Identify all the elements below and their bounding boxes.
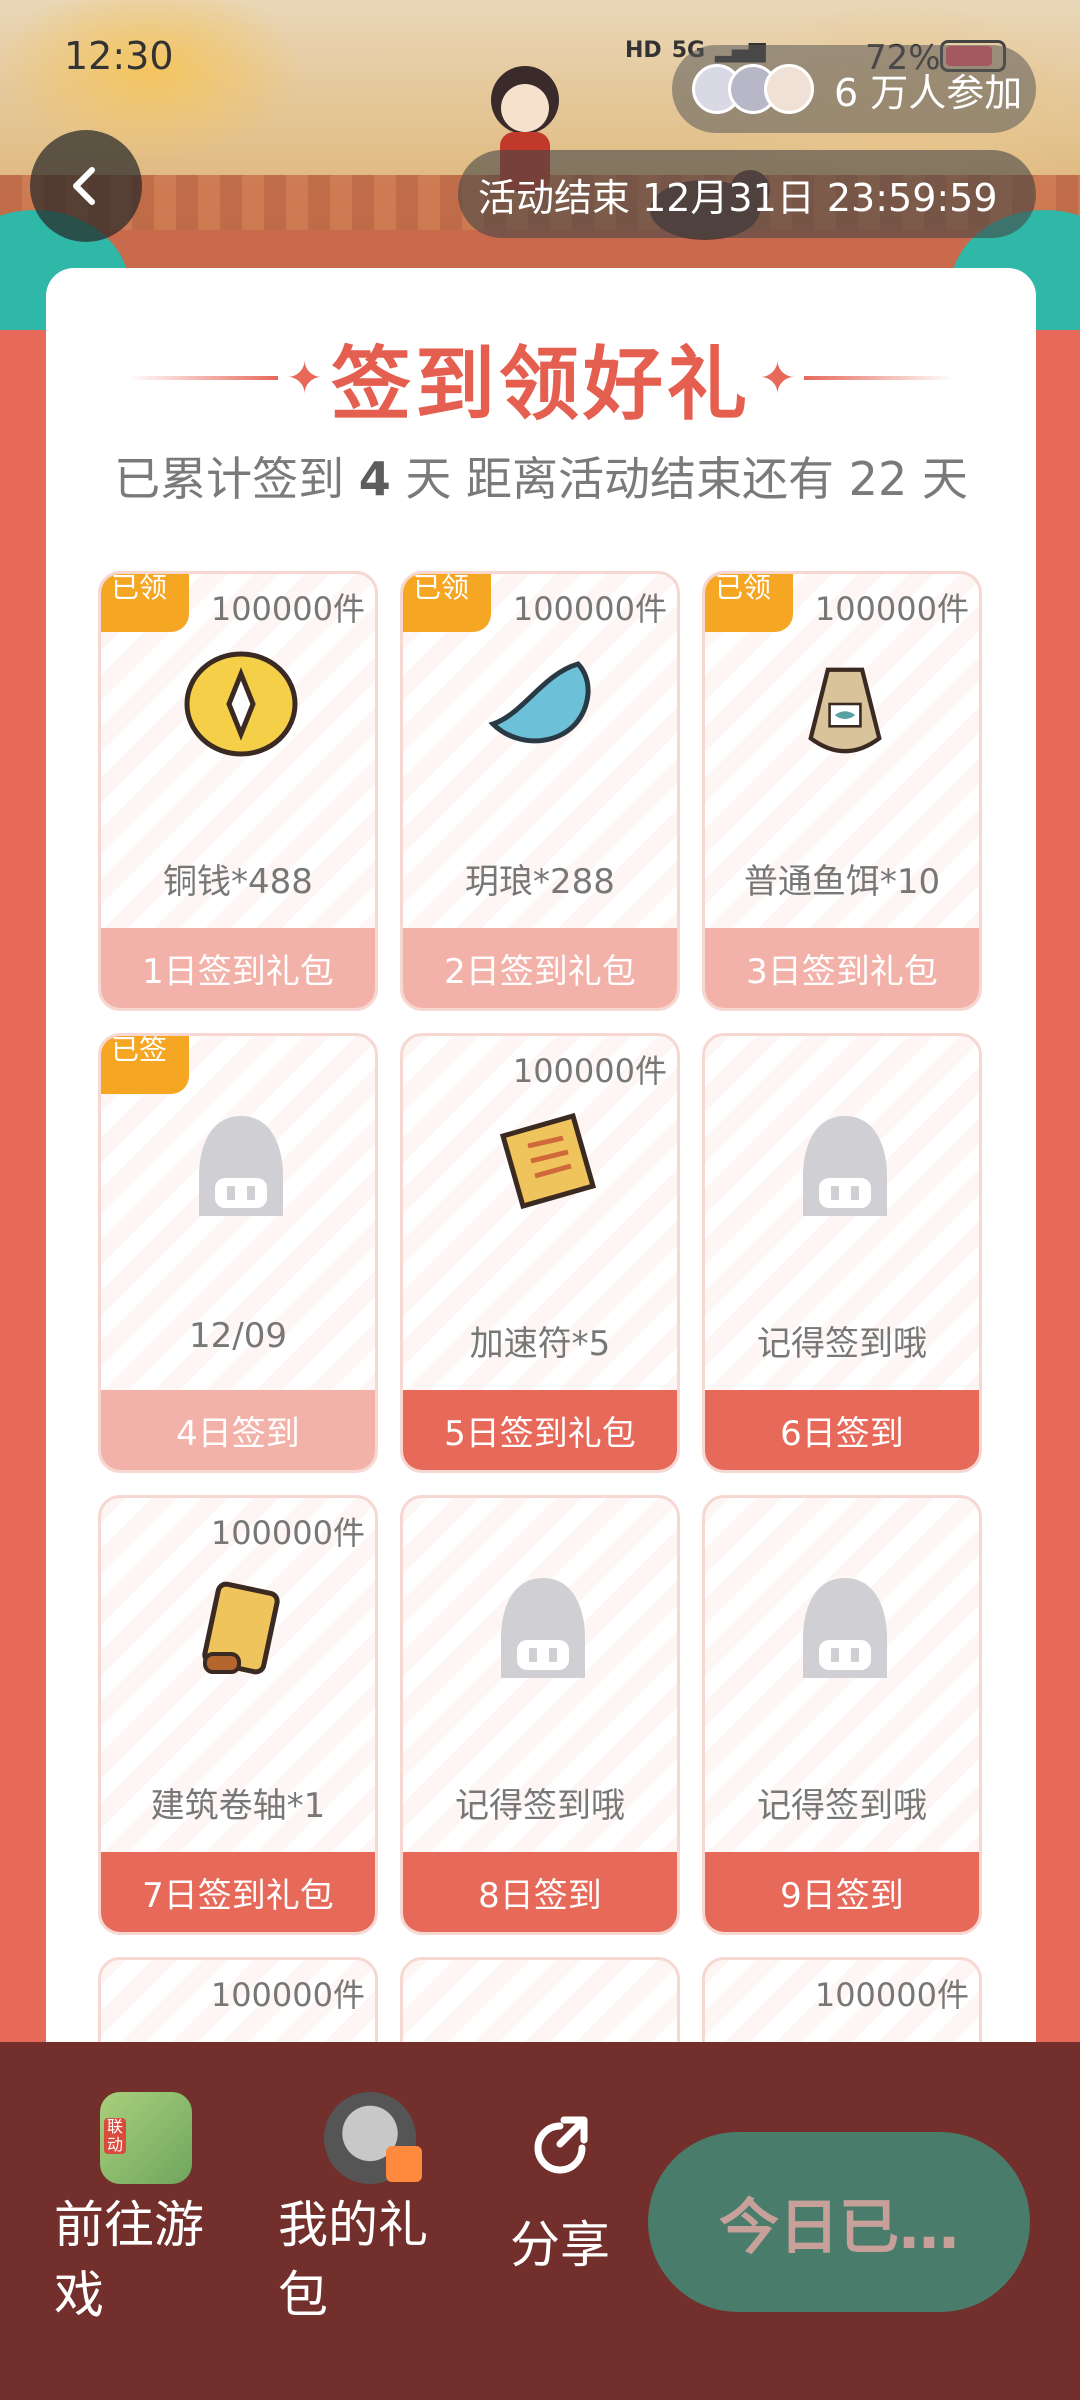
bottom-action-bar: 联动 前往游戏 我的礼包 分享 今日已… bbox=[0, 2042, 1080, 2400]
claimed-tag: 已领 bbox=[101, 574, 189, 632]
item-quantity: 100000件 bbox=[512, 590, 667, 628]
collab-badge: 联动 bbox=[104, 2118, 126, 2154]
item-quantity: 100000件 bbox=[814, 1976, 969, 2014]
today-checked-in-button[interactable]: 今日已… bbox=[648, 2132, 1030, 2312]
go-to-game-button[interactable]: 联动 前往游戏 bbox=[54, 2092, 234, 2330]
card-title: 签到领好礼 bbox=[331, 338, 751, 431]
checkin-cell-day8[interactable]: 记得签到哦 8日签到 bbox=[400, 1495, 680, 1935]
coin-icon bbox=[184, 651, 298, 757]
checkin-cell-day10[interactable]: 100000件 bbox=[98, 1957, 378, 2048]
item-quantity: 100000件 bbox=[210, 590, 365, 628]
game-app-icon: 联动 bbox=[100, 2092, 192, 2184]
checkin-cell-day11[interactable] bbox=[400, 1957, 680, 2048]
sparkle-icon: ✦ bbox=[286, 352, 323, 404]
item-quantity: 100000件 bbox=[210, 1514, 365, 1552]
checkin-cell-day6[interactable]: 记得签到哦 6日签到 bbox=[702, 1033, 982, 1473]
day3-gift-button[interactable]: 3日签到礼包 bbox=[705, 928, 979, 1008]
day2-gift-button[interactable]: 2日签到礼包 bbox=[403, 928, 677, 1008]
checkin-cell-day9[interactable]: 记得签到哦 9日签到 bbox=[702, 1495, 982, 1935]
day6-checkin-button[interactable]: 6日签到 bbox=[705, 1390, 979, 1470]
days-left-count: 22 bbox=[848, 452, 908, 506]
days-signed-count: 4 bbox=[358, 452, 391, 506]
placeholder-character-icon bbox=[803, 1116, 887, 1216]
placeholder-character-icon bbox=[501, 1578, 585, 1678]
item-name: 玥琅*288 bbox=[465, 862, 615, 902]
item-name: 铜钱*488 bbox=[163, 862, 313, 902]
claimed-tag: 已领 bbox=[705, 574, 793, 632]
checkin-card: ✦ 签到领好礼 ✦ 已累计签到 4 天 距离活动结束还有 22 天 已领 100… bbox=[46, 268, 1036, 2048]
checkin-cell-day5[interactable]: 100000件 加速符*5 5日签到礼包 bbox=[400, 1033, 680, 1473]
building-scroll-icon bbox=[202, 1581, 280, 1675]
activity-end-time: 活动结束 12月31日 23:59:59 bbox=[458, 150, 1036, 238]
participants-count: 6 万人参加 bbox=[834, 70, 1023, 115]
fish-bait-bag-icon bbox=[808, 667, 882, 754]
item-quantity: 100000件 bbox=[210, 1976, 365, 2014]
go-to-game-label: 前往游戏 bbox=[54, 2196, 204, 2324]
reminder-text: 记得签到哦 bbox=[455, 1786, 625, 1826]
status-time: 12:30 bbox=[64, 34, 174, 78]
checkin-cell-day7[interactable]: 100000件 建筑卷轴*1 7日签到礼包 bbox=[98, 1495, 378, 1935]
my-gifts-button[interactable]: 我的礼包 bbox=[278, 2092, 458, 2330]
chevron-left-icon bbox=[73, 167, 95, 205]
placeholder-character-icon bbox=[199, 1116, 283, 1216]
title-divider-left bbox=[128, 376, 279, 380]
title-divider-right bbox=[803, 376, 954, 380]
signed-tag: 已签 bbox=[101, 1036, 189, 1094]
checkin-progress-text: 已累计签到 4 天 距离活动结束还有 22 天 bbox=[114, 452, 968, 506]
my-gifts-label: 我的礼包 bbox=[278, 2196, 428, 2324]
checkin-cell-day3[interactable]: 已领 100000件 普通鱼饵*10 3日签到礼包 bbox=[702, 571, 982, 1011]
item-quantity: 100000件 bbox=[814, 590, 969, 628]
day8-checkin-button[interactable]: 8日签到 bbox=[403, 1852, 677, 1932]
share-label: 分享 bbox=[510, 2216, 610, 2274]
share-icon bbox=[534, 2116, 588, 2174]
signed-date: 12/09 bbox=[189, 1316, 287, 1356]
reminder-text: 记得签到哦 bbox=[757, 1324, 927, 1364]
speed-talisman-icon bbox=[499, 1112, 597, 1210]
checkin-cell-day1[interactable]: 已领 100000件 铜钱*488 1日签到礼包 bbox=[98, 571, 378, 1011]
sparkle-icon: ✦ bbox=[759, 352, 796, 404]
item-name: 普通鱼饵*10 bbox=[743, 862, 941, 902]
avatar bbox=[764, 64, 814, 114]
card-title-row: ✦ 签到领好礼 ✦ bbox=[46, 323, 1036, 433]
claimed-tag: 已领 bbox=[403, 574, 491, 632]
day7-gift-button[interactable]: 7日签到礼包 bbox=[101, 1852, 375, 1932]
item-quantity: 100000件 bbox=[512, 1052, 667, 1090]
checkin-grid: 已领 100000件 铜钱*488 1日签到礼包 已领 100000件 玥琅*2… bbox=[98, 571, 986, 2048]
gift-avatar-icon bbox=[324, 2092, 422, 2184]
item-name: 加速符*5 bbox=[469, 1324, 611, 1364]
day5-gift-button[interactable]: 5日签到礼包 bbox=[403, 1390, 677, 1470]
reminder-text: 记得签到哦 bbox=[757, 1786, 927, 1826]
checkin-cell-day12[interactable]: 100000件 bbox=[702, 1957, 982, 2048]
back-button[interactable] bbox=[30, 130, 142, 242]
participant-avatars bbox=[692, 64, 814, 114]
checkin-cell-day2[interactable]: 已领 100000件 玥琅*288 2日签到礼包 bbox=[400, 571, 680, 1011]
moon-jade-icon bbox=[488, 661, 591, 744]
day9-checkin-button[interactable]: 9日签到 bbox=[705, 1852, 979, 1932]
checkin-cell-day4[interactable]: 已签 12/09 4日签到 bbox=[98, 1033, 378, 1473]
share-button[interactable]: 分享 bbox=[500, 2112, 620, 2280]
item-name: 建筑卷轴*1 bbox=[150, 1786, 326, 1826]
hd-icon: HD bbox=[625, 38, 662, 63]
participants-badge: 6 万人参加 bbox=[672, 45, 1036, 133]
placeholder-character-icon bbox=[803, 1578, 887, 1678]
day4-checkin-button[interactable]: 4日签到 bbox=[101, 1390, 375, 1470]
day1-gift-button[interactable]: 1日签到礼包 bbox=[101, 928, 375, 1008]
